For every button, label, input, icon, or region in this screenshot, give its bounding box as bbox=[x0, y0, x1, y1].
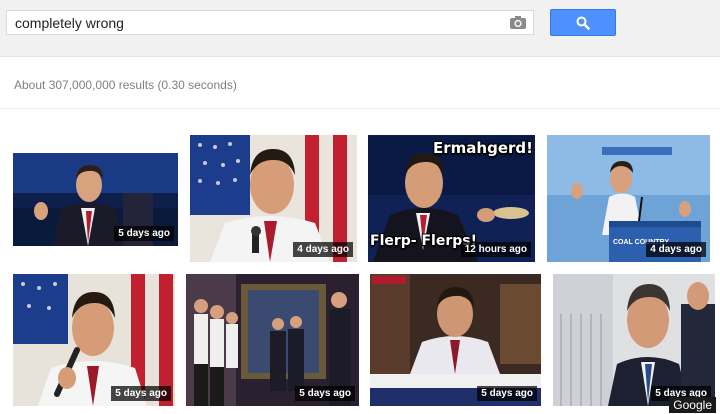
camera-icon[interactable] bbox=[509, 15, 527, 30]
search-box bbox=[6, 10, 534, 35]
image-age-label: 12 hours ago bbox=[460, 242, 531, 257]
magnifier-icon bbox=[576, 16, 590, 30]
image-result-8[interactable]: 5 days ago bbox=[553, 274, 715, 406]
image-result-5[interactable]: 5 days ago bbox=[13, 274, 175, 406]
result-stats: About 307,000,000 results (0.30 seconds) bbox=[14, 78, 237, 92]
divider bbox=[0, 108, 720, 109]
image-age-label: 5 days ago bbox=[111, 386, 171, 401]
image-age-label: 5 days ago bbox=[295, 386, 355, 401]
meme-caption-top: Ermahgerd! bbox=[433, 139, 533, 157]
image-result-1[interactable]: 5 days ago bbox=[13, 153, 178, 246]
image-result-6[interactable]: 5 days ago bbox=[186, 274, 359, 406]
image-result-2[interactable]: 4 days ago bbox=[190, 135, 357, 262]
image-age-label: 5 days ago bbox=[114, 226, 174, 241]
image-result-3[interactable]: Ermahgerd! Flerp- Flerps! 12 hours ago bbox=[368, 135, 535, 262]
image-result-7[interactable]: 5 days ago bbox=[370, 274, 541, 406]
image-age-label: 4 days ago bbox=[293, 242, 353, 257]
search-header bbox=[0, 0, 720, 57]
search-input[interactable] bbox=[7, 11, 505, 34]
search-button[interactable] bbox=[550, 9, 616, 36]
image-age-label: 5 days ago bbox=[477, 386, 537, 401]
image-result-4[interactable]: COAL COUNTRY 4 days ago bbox=[547, 135, 710, 262]
image-age-label: 4 days ago bbox=[646, 242, 706, 257]
google-watermark: Google bbox=[669, 397, 716, 413]
